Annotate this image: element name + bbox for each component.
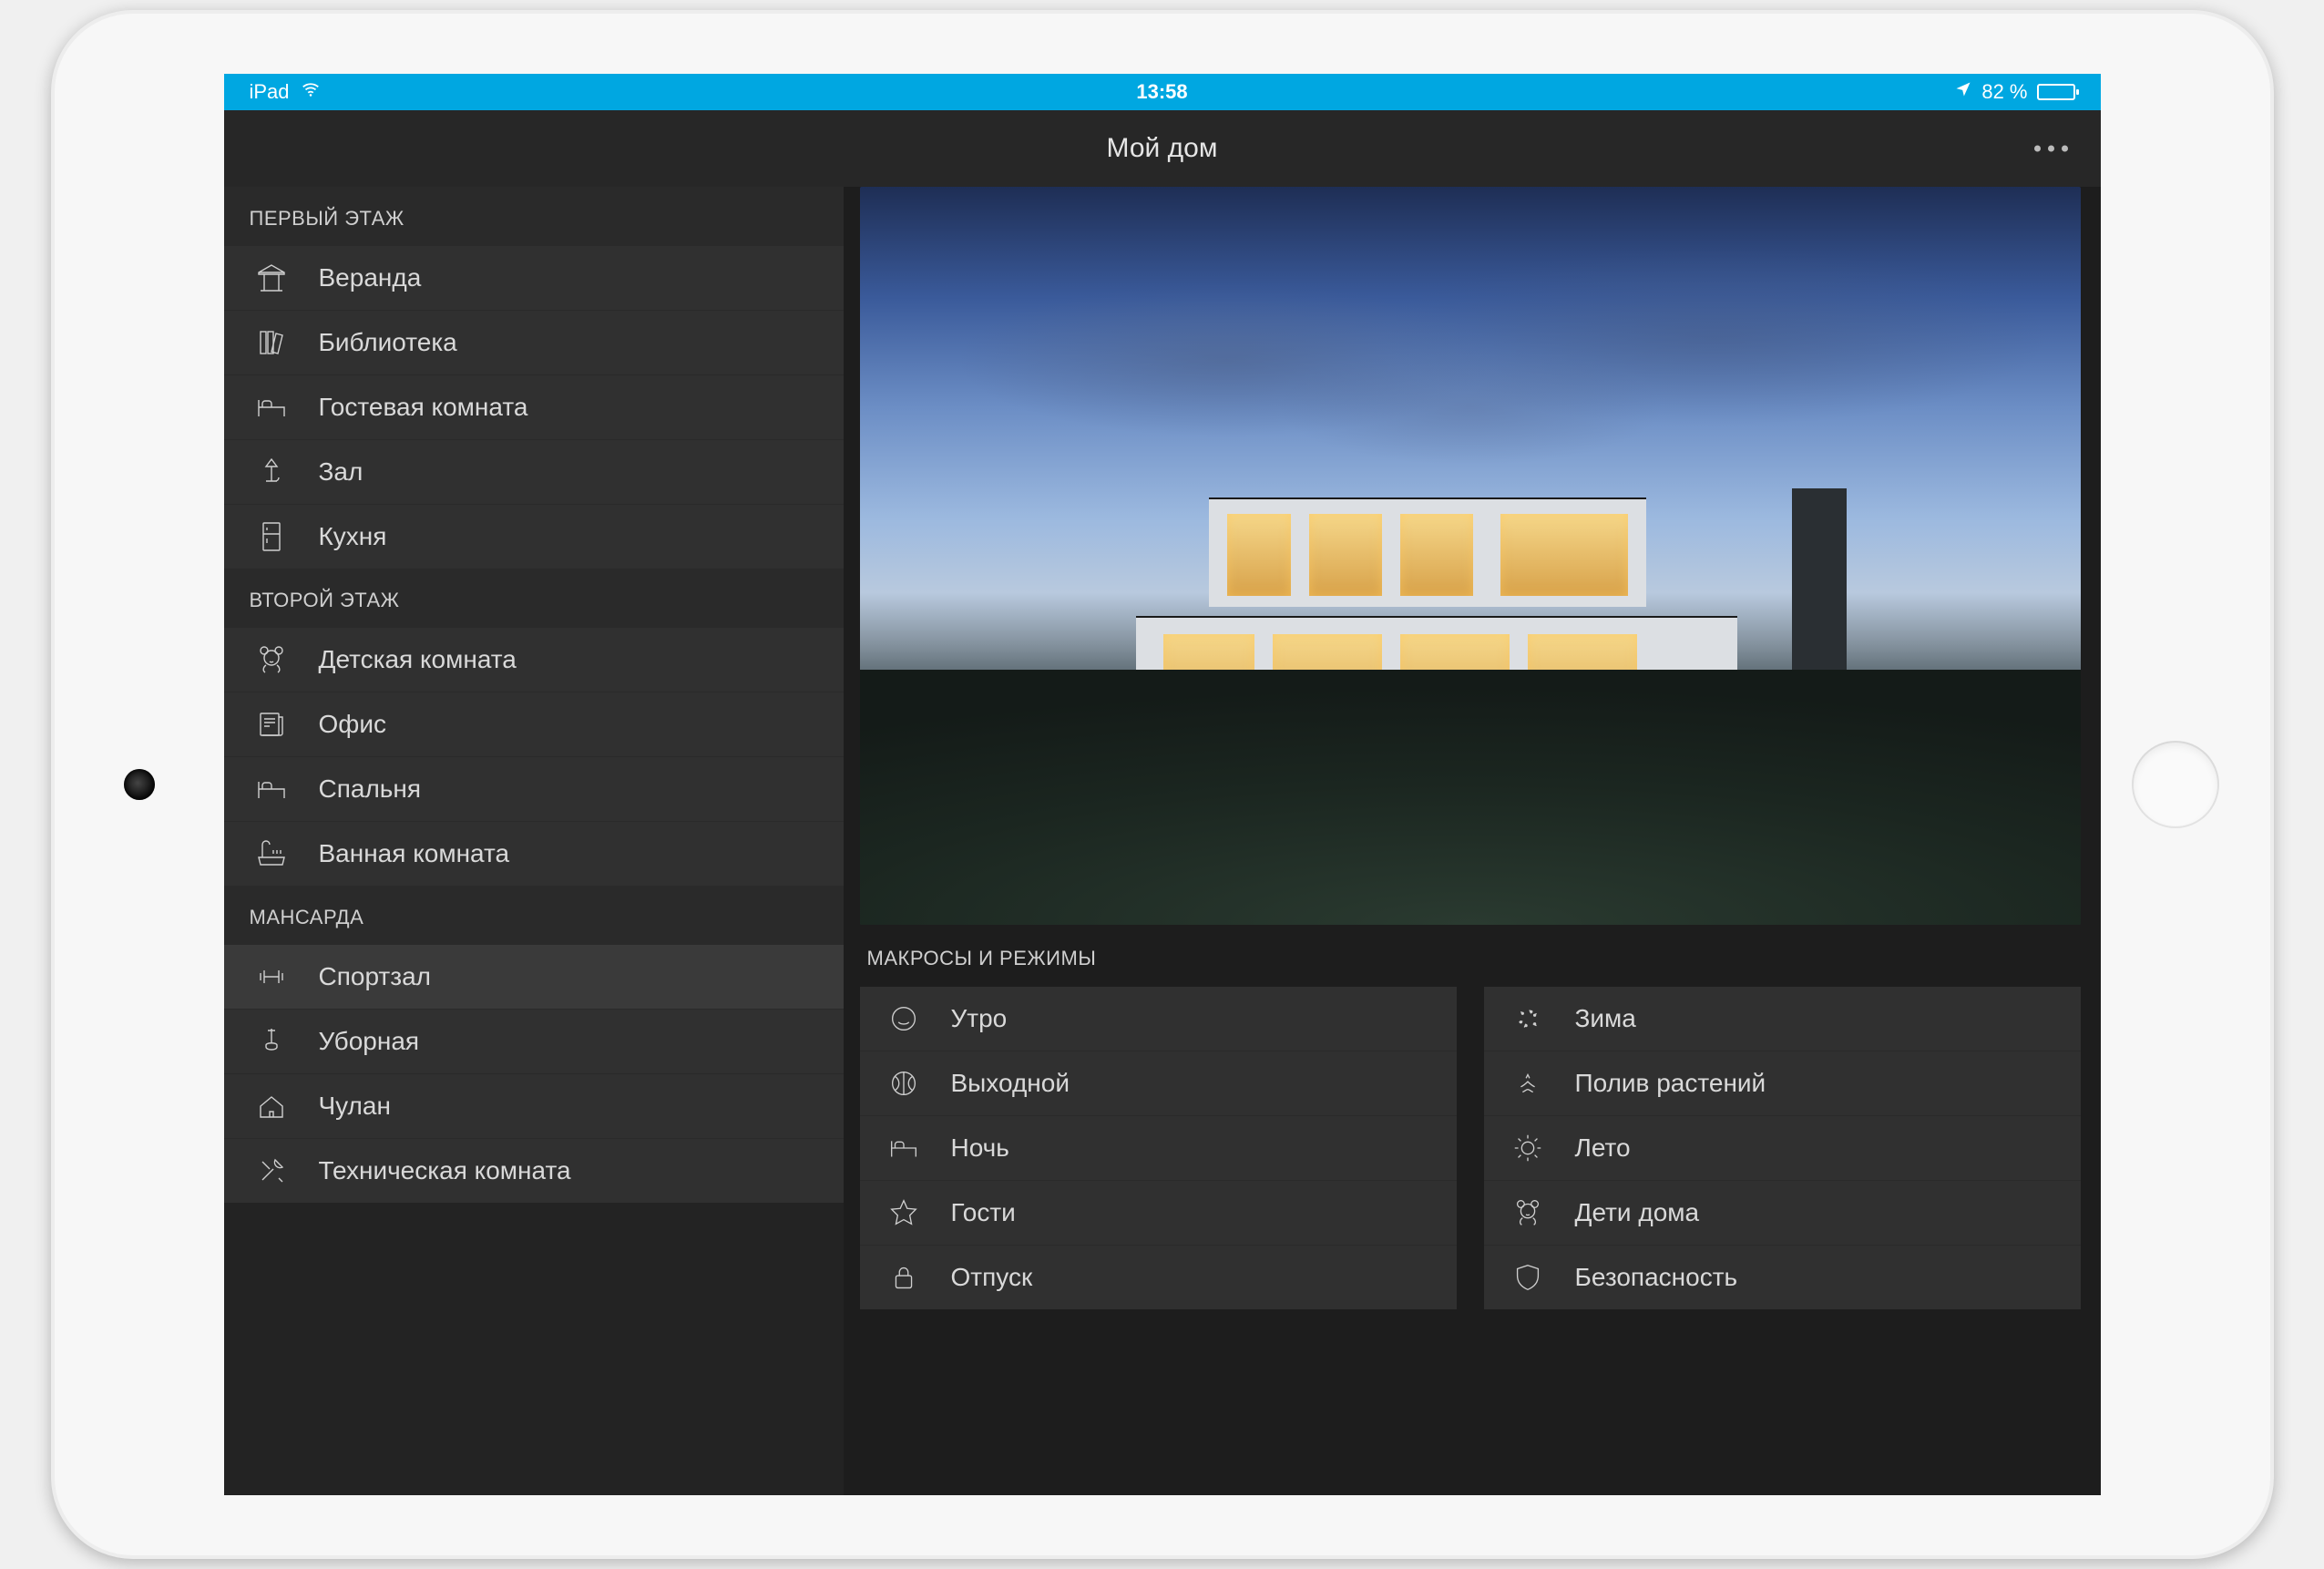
bed-icon bbox=[250, 388, 293, 426]
macro-item[interactable]: Выходной bbox=[860, 1051, 1457, 1115]
section-header: ВТОРОЙ ЭТАЖ bbox=[224, 569, 844, 627]
macro-item-label: Отпуск bbox=[951, 1263, 1033, 1292]
room-item[interactable]: Спортзал bbox=[224, 944, 844, 1009]
macro-item[interactable]: Отпуск bbox=[860, 1245, 1457, 1309]
star-icon bbox=[882, 1194, 926, 1232]
macros-column-right: Зима Полив растений Лето Дети дома Безопасно… bbox=[1484, 987, 2081, 1309]
macro-item-label: Безопасность bbox=[1575, 1263, 1738, 1292]
tools-icon bbox=[250, 1152, 293, 1190]
room-item-label: Уборная bbox=[319, 1027, 420, 1056]
room-item[interactable]: Чулан bbox=[224, 1073, 844, 1138]
macro-item-label: Гости bbox=[951, 1198, 1016, 1227]
device-label: iPad bbox=[250, 80, 290, 104]
housebox-icon bbox=[250, 1087, 293, 1125]
newspaper-icon bbox=[250, 705, 293, 743]
gazebo-icon bbox=[250, 259, 293, 297]
room-item-label: Зал bbox=[319, 457, 363, 487]
room-item-label: Чулан bbox=[319, 1092, 391, 1121]
section-header: ПЕРВЫЙ ЭТАЖ bbox=[224, 187, 844, 245]
page-title: Мой дом bbox=[1107, 133, 1218, 164]
room-item-label: Ванная комната bbox=[319, 839, 510, 868]
tablet-device: iPad 13:58 82 % Мой дом bbox=[51, 10, 2274, 1559]
macro-item-label: Полив растений bbox=[1575, 1069, 1766, 1098]
teddy-icon bbox=[1506, 1194, 1550, 1232]
lock-icon bbox=[882, 1258, 926, 1297]
macro-item-label: Утро bbox=[951, 1004, 1008, 1033]
smile-icon bbox=[882, 1000, 926, 1038]
macro-item-label: Ночь bbox=[951, 1133, 1009, 1163]
room-item[interactable]: Уборная bbox=[224, 1009, 844, 1073]
room-item[interactable]: Ванная комната bbox=[224, 821, 844, 886]
macro-item[interactable]: Гости bbox=[860, 1180, 1457, 1245]
wifi-icon bbox=[301, 79, 321, 105]
room-item[interactable]: Библиотека bbox=[224, 310, 844, 374]
room-item-label: Библиотека bbox=[319, 328, 457, 357]
room-item[interactable]: Детская комната bbox=[224, 627, 844, 692]
clock: 13:58 bbox=[1136, 80, 1187, 104]
plunger-icon bbox=[250, 1022, 293, 1061]
macro-item-label: Дети дома bbox=[1575, 1198, 1700, 1227]
room-item-label: Детская комната bbox=[319, 645, 517, 674]
books-icon bbox=[250, 323, 293, 362]
camera-dot bbox=[124, 769, 155, 800]
room-item[interactable]: Техническая комната bbox=[224, 1138, 844, 1203]
more-button[interactable] bbox=[2034, 146, 2068, 152]
bath-icon bbox=[250, 835, 293, 873]
teddy-icon bbox=[250, 641, 293, 679]
rooms-sidebar: ПЕРВЫЙ ЭТАЖ Веранда Библиотека Гостевая ком… bbox=[224, 187, 844, 1495]
app-header: Мой дом bbox=[224, 110, 2101, 187]
macro-item[interactable]: Зима bbox=[1484, 987, 2081, 1051]
macro-item-label: Лето bbox=[1575, 1133, 1631, 1163]
room-item-label: Кухня bbox=[319, 522, 387, 551]
macros-column-left: Утро Выходной Ночь Гости Отпуск bbox=[860, 987, 1457, 1309]
screen: iPad 13:58 82 % Мой дом bbox=[224, 74, 2101, 1495]
macro-item-label: Выходной bbox=[951, 1069, 1070, 1098]
room-item[interactable]: Спальня bbox=[224, 756, 844, 821]
bed-icon bbox=[882, 1129, 926, 1167]
lamp-icon bbox=[250, 453, 293, 491]
room-item-label: Офис bbox=[319, 710, 386, 739]
dumbbell-icon bbox=[250, 958, 293, 996]
room-item-label: Спальня bbox=[319, 774, 422, 804]
macro-item[interactable]: Ночь bbox=[860, 1115, 1457, 1180]
macro-item[interactable]: Лето bbox=[1484, 1115, 2081, 1180]
fridge-icon bbox=[250, 518, 293, 556]
room-item[interactable]: Зал bbox=[224, 439, 844, 504]
macro-item[interactable]: Утро bbox=[860, 987, 1457, 1051]
shield-icon bbox=[1506, 1258, 1550, 1297]
room-item-label: Спортзал bbox=[319, 962, 431, 991]
battery-icon bbox=[2037, 84, 2075, 100]
macro-item[interactable]: Безопасность bbox=[1484, 1245, 2081, 1309]
macro-item-label: Зима bbox=[1575, 1004, 1636, 1033]
ball-icon bbox=[882, 1064, 926, 1102]
location-icon bbox=[1954, 80, 1972, 104]
house-image bbox=[860, 187, 2081, 925]
status-bar: iPad 13:58 82 % bbox=[224, 74, 2101, 110]
battery-text: 82 % bbox=[1981, 80, 2027, 104]
room-item[interactable]: Кухня bbox=[224, 504, 844, 569]
macro-item[interactable]: Дети дома bbox=[1484, 1180, 2081, 1245]
room-item-label: Техническая комната bbox=[319, 1156, 571, 1185]
water-icon bbox=[1506, 1064, 1550, 1102]
home-button[interactable] bbox=[2132, 741, 2219, 828]
section-header: МАНСАРДА bbox=[224, 886, 844, 944]
macros-heading: МАКРОСЫ И РЕЖИМЫ bbox=[860, 925, 2081, 987]
macro-item[interactable]: Полив растений bbox=[1484, 1051, 2081, 1115]
sun-icon bbox=[1506, 1129, 1550, 1167]
room-item-label: Веранда bbox=[319, 263, 422, 292]
room-item[interactable]: Офис bbox=[224, 692, 844, 756]
room-item[interactable]: Гостевая комната bbox=[224, 374, 844, 439]
room-item-label: Гостевая комната bbox=[319, 393, 528, 422]
room-item[interactable]: Веранда bbox=[224, 245, 844, 310]
snow-icon bbox=[1506, 1000, 1550, 1038]
bed-icon bbox=[250, 770, 293, 808]
